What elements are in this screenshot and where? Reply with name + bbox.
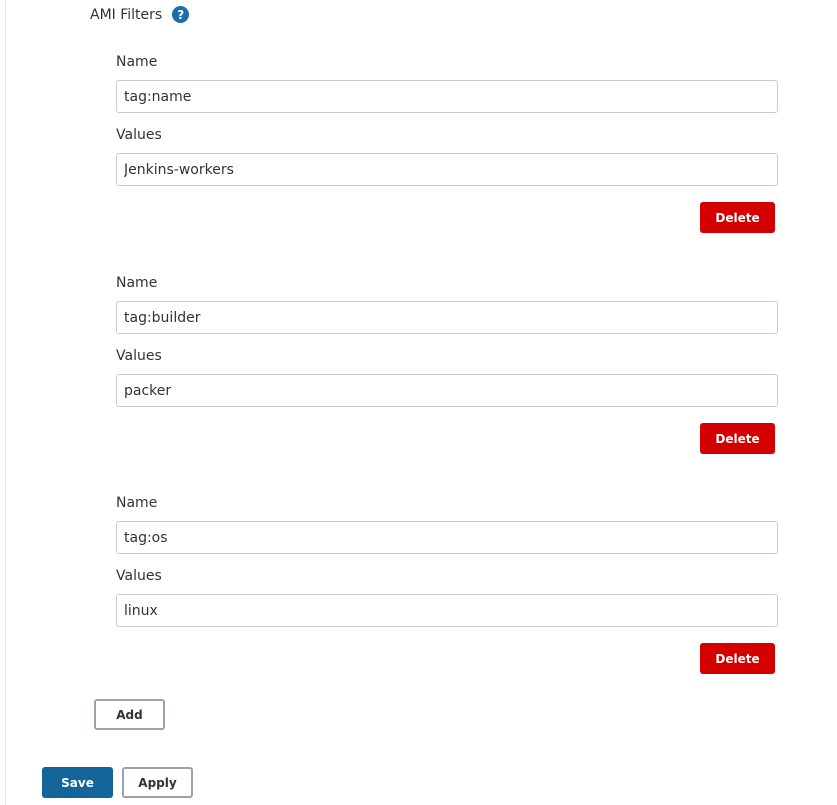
save-button[interactable]: Save <box>42 767 113 798</box>
apply-button[interactable]: Apply <box>122 767 193 798</box>
name-input[interactable] <box>116 301 778 334</box>
delete-row: Delete <box>116 627 778 675</box>
add-filter-button[interactable]: Add <box>94 699 165 730</box>
name-label: Name <box>116 54 158 70</box>
values-label: Values <box>116 568 162 584</box>
values-input[interactable] <box>116 594 778 627</box>
section-title: AMI Filters <box>90 6 163 23</box>
values-input[interactable] <box>116 374 778 407</box>
delete-row: Delete <box>116 407 778 455</box>
name-input[interactable] <box>116 80 778 113</box>
filter-entry: Name Values Delete <box>116 493 778 675</box>
delete-button[interactable]: Delete <box>700 423 775 454</box>
delete-button[interactable]: Delete <box>700 202 775 233</box>
help-icon[interactable]: ? <box>172 6 190 23</box>
delete-button[interactable]: Delete <box>700 643 775 674</box>
filter-entry: Name Values Delete <box>116 52 778 234</box>
delete-row: Delete <box>116 186 778 234</box>
name-input[interactable] <box>116 521 778 554</box>
filter-entry: Name Values Delete <box>116 273 778 455</box>
values-input[interactable] <box>116 153 778 186</box>
values-label: Values <box>116 348 162 364</box>
values-label: Values <box>116 127 162 143</box>
left-border <box>5 0 6 805</box>
name-label: Name <box>116 495 158 511</box>
section-header: AMI Filters ? <box>90 6 190 23</box>
name-label: Name <box>116 275 158 291</box>
